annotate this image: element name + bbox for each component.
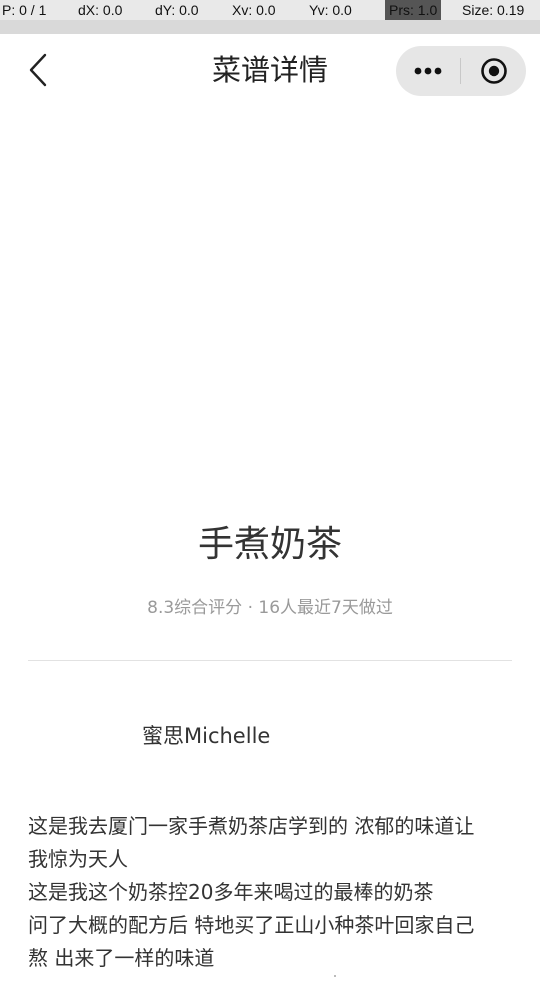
description-line: 我惊为天人: [28, 847, 128, 871]
debug-size: Size: 0.19: [462, 2, 525, 18]
section-divider: [28, 660, 512, 661]
debug-dx: dX: 0.0: [78, 2, 123, 18]
debug-y-velocity: Yv: 0.0: [309, 2, 352, 18]
target-circle-icon: [480, 58, 507, 84]
mini-program-capsule: [396, 46, 526, 96]
debug-pressure: Prs: 1.0: [385, 0, 442, 20]
author-name[interactable]: 蜜思Michelle: [142, 722, 270, 750]
description-line: 熬 出来了一样的味道: [28, 946, 215, 970]
page-title: 菜谱详情: [211, 53, 328, 87]
touch-indicator-dot: [334, 975, 336, 977]
debug-dy: dY: 0.0: [155, 2, 199, 18]
debug-pointer-count: P: 0 / 1: [2, 2, 47, 18]
more-dots-icon: [414, 67, 442, 75]
avatar[interactable]: [28, 714, 72, 758]
recipe-description: 这是我去厦门一家手煮奶茶店学到的 浓郁的味道让 我惊为天人 这是我这个奶茶控20…: [28, 810, 518, 975]
recipe-title: 手煮奶茶: [197, 524, 342, 565]
recipe-rating-meta: 8.3综合评分 · 16人最近7天做过: [147, 598, 393, 618]
close-mini-program-button[interactable]: [461, 46, 526, 96]
description-line: 问了大概的配方后 特地买了正山小种茶叶回家自己: [28, 913, 475, 937]
status-bar: [0, 20, 540, 34]
description-line: 这是我这个奶茶控20多年来喝过的最棒的奶茶: [28, 880, 434, 904]
chevron-left-icon: [29, 53, 47, 87]
description-line: 这是我去厦门一家手煮奶茶店学到的 浓郁的味道让: [28, 814, 475, 838]
pointer-debug-overlay: P: 0 / 1 dX: 0.0 dY: 0.0 Xv: 0.0 Yv: 0.0…: [0, 0, 540, 20]
back-button[interactable]: [18, 50, 58, 90]
navigation-bar: 菜谱详情: [0, 34, 540, 108]
recipe-cover-image: [0, 108, 540, 508]
author-row[interactable]: 蜜思Michelle: [28, 714, 512, 758]
debug-x-velocity: Xv: 0.0: [232, 2, 276, 18]
more-button[interactable]: [396, 46, 460, 96]
